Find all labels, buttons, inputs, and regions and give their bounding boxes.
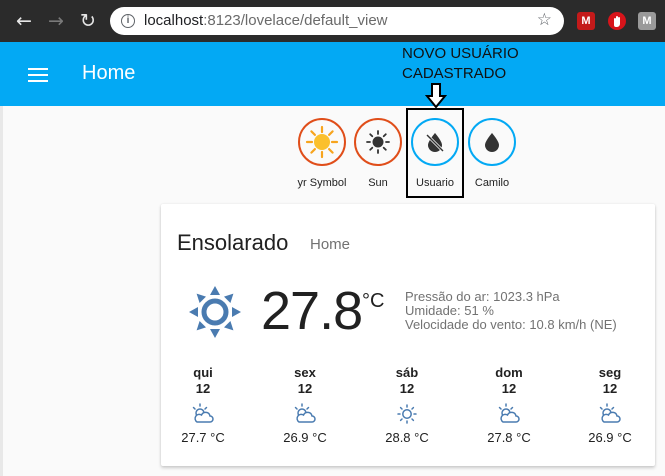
forecast-temperature: 26.9 °C <box>283 430 327 445</box>
forecast-item: qui 12 27.7 °C <box>168 365 238 445</box>
water-icon <box>485 133 499 152</box>
forecast-item: dom 12 27.8 °C <box>474 365 544 445</box>
badge-usuario[interactable]: Usuario <box>403 118 467 189</box>
badge-camilo[interactable]: Camilo <box>460 118 524 189</box>
browser-toolbar: ← → ↻ i localhost:8123/lovelace/default_… <box>0 0 665 42</box>
badge-sun[interactable]: Sun <box>346 118 410 189</box>
badge-yr-symbol[interactable]: yr Symbol <box>290 118 354 189</box>
forecast-item: sáb 12 28.8 °C <box>372 365 442 445</box>
forward-arrow-icon[interactable]: → <box>44 8 68 34</box>
forecast-day: sáb <box>395 365 419 380</box>
badge-label: Usuario <box>416 177 454 189</box>
humidity-attribute: Umidade: 51 % <box>405 303 494 318</box>
weather-location: Home <box>310 236 351 253</box>
forecast-day: qui <box>193 365 213 380</box>
weather-card[interactable]: Ensolarado Home 27.8 °C Pressão do ar: 1… <box>161 204 655 466</box>
site-info-icon[interactable]: i <box>121 14 135 28</box>
forecast-day: dom <box>495 365 523 380</box>
sun-icon <box>305 125 339 159</box>
down-arrow-annotation-icon <box>424 83 448 109</box>
forecast-date: 12 <box>501 381 517 396</box>
forecast-temperature: 27.8 °C <box>487 430 531 445</box>
badge-circle <box>411 118 459 166</box>
reload-icon[interactable]: ↻ <box>76 8 100 34</box>
sun-outline-icon <box>366 130 390 154</box>
forecast-temperature: 26.9 °C <box>588 430 632 445</box>
forecast-item: sex 12 26.9 °C <box>270 365 340 445</box>
weather-attributes: Pressão do ar: 1023.3 hPa Umidade: 51 % … <box>405 290 617 332</box>
app-header: Home NOVO USUÁRIO CADASTRADO <box>0 42 665 106</box>
badge-label: yr Symbol <box>297 177 347 189</box>
badge-label: Camilo <box>474 177 510 189</box>
sunny-icon <box>372 401 442 427</box>
menu-icon[interactable] <box>28 68 48 82</box>
temperature-unit: °C <box>362 290 385 312</box>
badge-circle <box>298 118 346 166</box>
bookmark-star-icon[interactable]: ☆ <box>537 10 552 30</box>
sidebar-edge <box>0 106 3 476</box>
forecast-temperature: 28.8 °C <box>385 430 429 445</box>
partly-cloudy-icon <box>575 401 645 427</box>
forecast-date: 12 <box>195 381 211 396</box>
badge-label: Sun <box>368 177 388 189</box>
annotation-text: NOVO USUÁRIO CADASTRADO <box>402 45 519 82</box>
forecast-item: seg 12 26.9 °C <box>575 365 645 445</box>
badge-circle <box>468 118 516 166</box>
address-bar[interactable]: i localhost:8123/lovelace/default_view ☆ <box>110 7 564 35</box>
forecast-day: sex <box>294 365 316 380</box>
extension-icon[interactable]: M <box>577 12 595 30</box>
page-title: Home <box>82 62 136 84</box>
weather-condition: Ensolarado <box>177 230 289 255</box>
pressure-attribute: Pressão do ar: 1023.3 hPa <box>405 289 560 304</box>
partly-cloudy-icon <box>474 401 544 427</box>
forecast-day: seg <box>598 365 622 380</box>
sunny-weather-icon <box>189 286 241 338</box>
forecast-date: 12 <box>297 381 313 396</box>
url-text[interactable]: localhost:8123/lovelace/default_view <box>144 12 388 29</box>
forecast-temperature: 27.7 °C <box>181 430 225 445</box>
current-temperature: 27.8 <box>261 281 363 341</box>
badge-circle <box>354 118 402 166</box>
forecast-date: 12 <box>602 381 618 396</box>
wind-speed-attribute: Velocidade do vento: 10.8 km/h (NE) <box>405 317 617 332</box>
partly-cloudy-icon <box>168 401 238 427</box>
partly-cloudy-icon <box>270 401 340 427</box>
extension-icon[interactable]: M <box>638 12 656 30</box>
water-off-icon <box>425 133 445 153</box>
forecast-date: 12 <box>399 381 415 396</box>
back-arrow-icon[interactable]: ← <box>12 8 36 34</box>
adblock-extension-icon[interactable] <box>608 12 626 30</box>
